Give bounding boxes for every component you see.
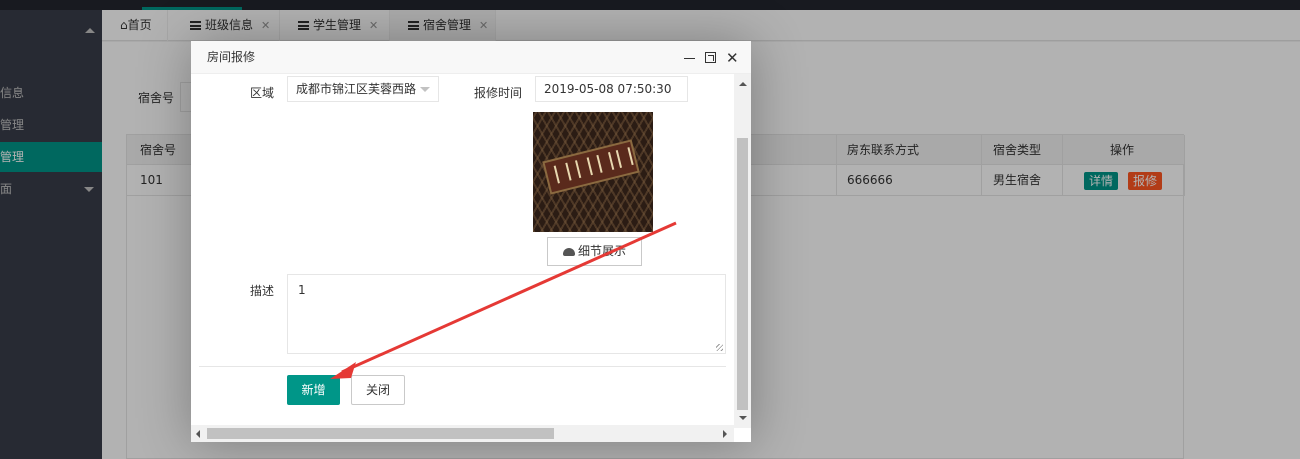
- resize-grip-icon[interactable]: [716, 344, 723, 351]
- area-value: 成都市锦江区芙蓉西路: [296, 82, 417, 96]
- plaque-glyph: [553, 162, 572, 184]
- maximize-icon[interactable]: [705, 52, 716, 63]
- repair-dialog: 房间报修 ✕ 区域 成都市锦江区芙蓉西路 报修时间 2019-05-08 07:…: [191, 41, 751, 442]
- scroll-up-icon[interactable]: [739, 82, 747, 86]
- area-select[interactable]: 成都市锦江区芙蓉西路: [287, 76, 439, 102]
- plaque-glyph: [615, 147, 634, 168]
- horizontal-scrollbar[interactable]: [191, 425, 734, 442]
- dialog-divider: [199, 366, 726, 367]
- description-textarea[interactable]: 1: [287, 274, 726, 354]
- description-label: 描述: [250, 284, 275, 298]
- dialog-body: 区域 成都市锦江区芙蓉西路 报修时间 2019-05-08 07:50:30 细…: [191, 74, 734, 428]
- scroll-thumb[interactable]: [207, 428, 554, 439]
- repair-time-input[interactable]: 2019-05-08 07:50:30: [535, 76, 688, 102]
- description-value: 1: [298, 283, 306, 297]
- chevron-down-icon: [420, 87, 430, 92]
- scroll-right-icon[interactable]: [723, 430, 727, 438]
- dorm-photo: [533, 112, 653, 232]
- repair-time-label: 报修时间: [474, 86, 523, 100]
- cloud-upload-icon: [562, 248, 575, 256]
- detail-display-button[interactable]: 细节展示: [547, 237, 642, 266]
- plaque-glyph: [574, 157, 593, 179]
- vertical-scrollbar[interactable]: [734, 74, 751, 428]
- area-label: 区域: [250, 86, 275, 100]
- detail-display-label: 细节展示: [577, 244, 626, 258]
- add-button[interactable]: 新增: [287, 375, 340, 405]
- scroll-thumb[interactable]: [737, 138, 748, 410]
- close-icon[interactable]: ✕: [726, 51, 739, 66]
- dialog-title: 房间报修: [191, 41, 751, 74]
- plaque-glyph: [596, 151, 615, 173]
- close-button[interactable]: 关闭: [351, 375, 405, 405]
- scroll-down-icon[interactable]: [739, 416, 747, 420]
- minimize-icon[interactable]: [684, 52, 696, 64]
- scroll-left-icon[interactable]: [196, 430, 200, 438]
